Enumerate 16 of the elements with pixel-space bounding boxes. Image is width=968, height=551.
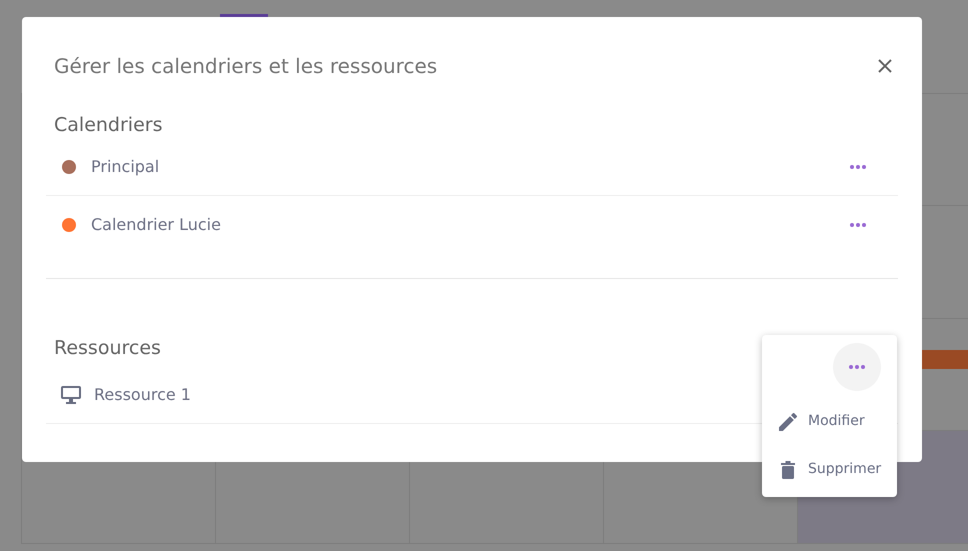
item-label: Calendrier Lucie — [91, 214, 221, 236]
ellipsis-icon — [850, 165, 866, 169]
trash-icon — [781, 460, 795, 478]
ellipsis-icon — [850, 222, 866, 226]
item-label: Ressource 1 — [94, 384, 191, 406]
monitor-icon — [61, 386, 81, 404]
section-heading: Ressources — [53, 336, 162, 361]
section-heading: Calendriers — [53, 113, 164, 138]
close-button[interactable] — [877, 58, 893, 74]
item-label: Principal — [91, 156, 160, 178]
event-bar — [920, 350, 968, 369]
menu-item[interactable]: Modifier — [778, 404, 865, 439]
menu-item[interactable]: Supprimer — [778, 452, 882, 487]
dialog-title: Gérer les calendriers et les ressources — [54, 53, 438, 80]
pencil-icon — [779, 412, 797, 430]
ellipsis-icon — [849, 365, 865, 369]
